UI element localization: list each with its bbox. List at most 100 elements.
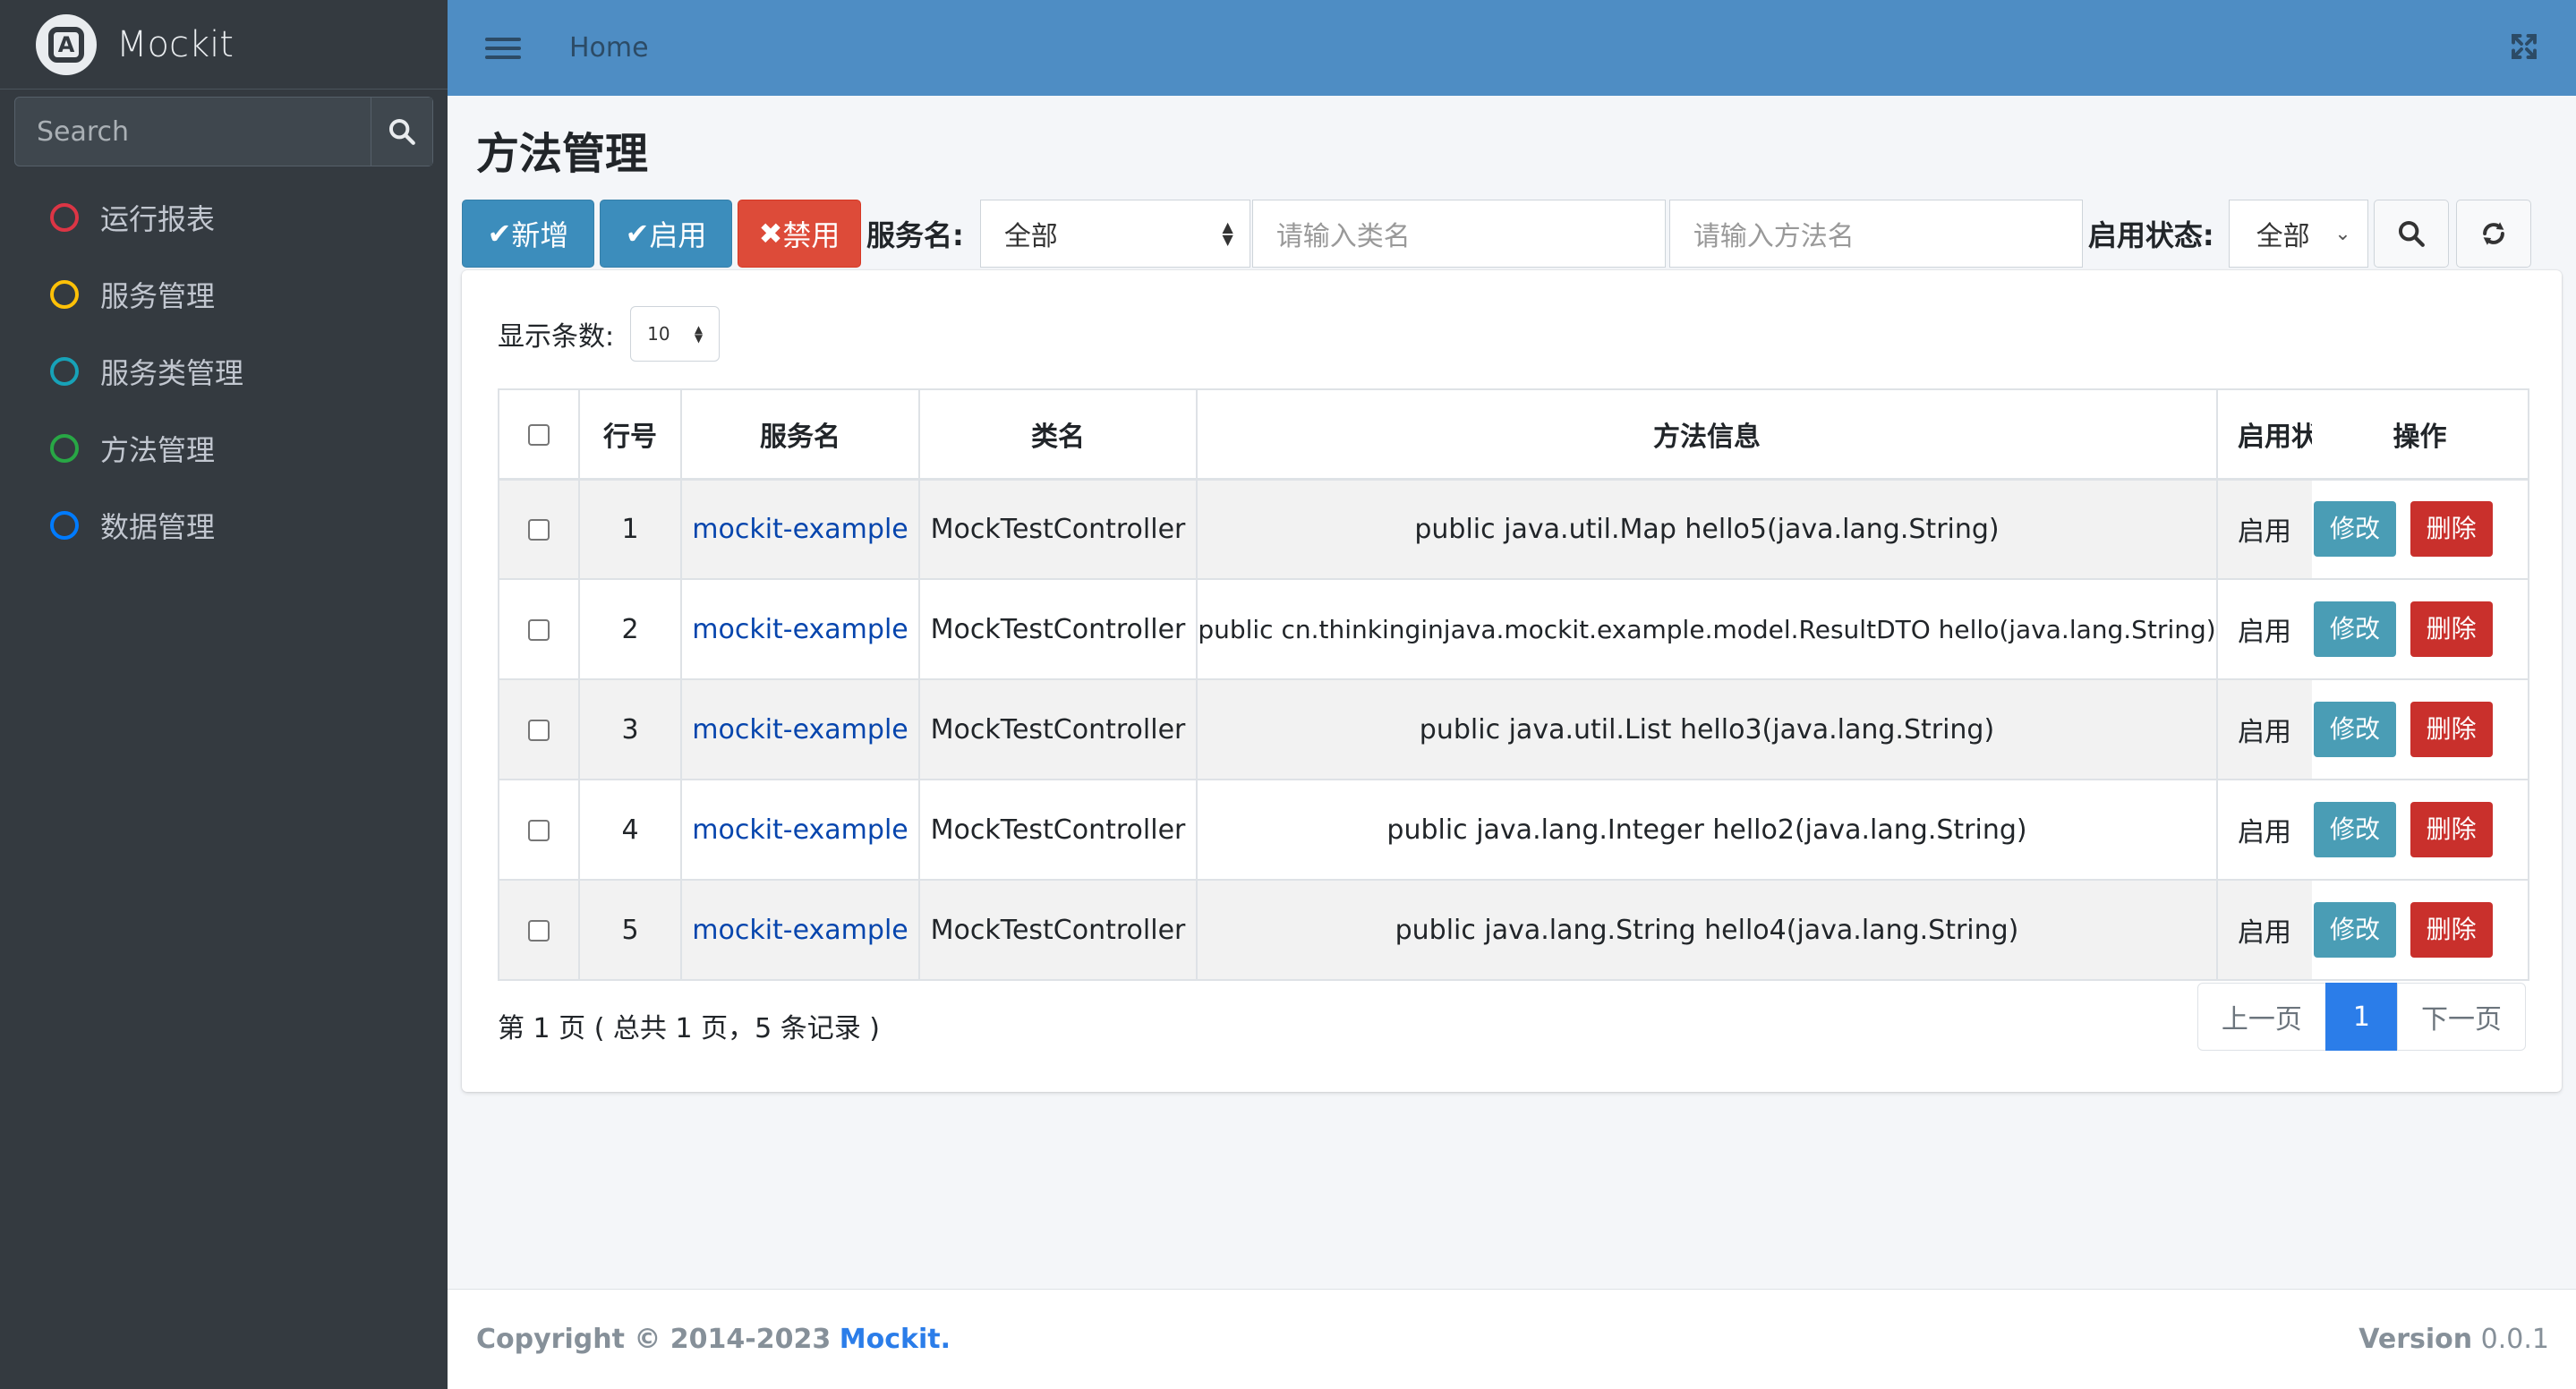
method-name-placeholder: 请输入方法名 xyxy=(1693,221,1855,252)
search-icon xyxy=(388,118,415,145)
row-checkbox[interactable] xyxy=(528,720,550,741)
actions-cell: 修改 删除 xyxy=(2312,779,2529,881)
edit-button[interactable]: 修改 xyxy=(2314,501,2397,558)
th-class[interactable]: 类名 xyxy=(918,388,1198,481)
class-cell: MockTestController xyxy=(918,478,1198,580)
actions-cell: 修改 删除 xyxy=(2312,578,2529,680)
status-cell: 启用 xyxy=(2216,779,2312,881)
actions-cell: 修改 删除 xyxy=(2312,879,2529,981)
table-row: 5 mockit-example MockTestController publ… xyxy=(498,879,2529,981)
sort-arrows-icon: ▲ ▼ xyxy=(694,323,704,345)
status-filter-label: 启用状态: xyxy=(2087,218,2214,252)
delete-button[interactable]: 删除 xyxy=(2410,501,2493,558)
edit-button[interactable]: 修改 xyxy=(2314,702,2397,757)
brand-logo-icon: A xyxy=(36,13,97,75)
service-link[interactable]: mockit-example xyxy=(680,578,920,680)
enable-button[interactable]: ✔ 启用 xyxy=(600,200,732,268)
sort-arrows-icon: ▲ ▼ xyxy=(1222,218,1233,248)
service-link[interactable]: mockit-example xyxy=(680,879,920,981)
sidebar-item-label: 运行报表 xyxy=(100,202,216,236)
th-row-no[interactable]: 行号 xyxy=(578,388,682,481)
service-select-value: 全部 xyxy=(1003,221,1058,252)
service-filter-label: 服务名: xyxy=(866,218,964,252)
version-label: Version xyxy=(2358,1324,2473,1355)
pagination-info: 第 1 页 ( 总共 1 页，5 条记录 ) xyxy=(498,1013,880,1044)
class-cell: MockTestController xyxy=(918,779,1198,881)
row-checkbox[interactable] xyxy=(528,820,550,841)
th-status[interactable]: 启用状 xyxy=(2216,388,2312,481)
page-length-select[interactable]: 10 ▲ ▼ xyxy=(630,306,721,362)
status-cell: 启用 xyxy=(2216,578,2312,680)
x-icon: ✖ xyxy=(758,217,783,251)
row-checkbox[interactable] xyxy=(528,619,550,641)
sidebar-item-services[interactable]: 服务管理 xyxy=(0,256,448,333)
add-button[interactable]: ✔ 新增 xyxy=(462,200,594,268)
page-title: 方法管理 xyxy=(476,129,649,179)
sidebar-item-service-classes[interactable]: 服务类管理 xyxy=(0,333,448,410)
service-link[interactable]: mockit-example xyxy=(680,779,920,881)
sidebar-search xyxy=(14,97,433,166)
class-name-placeholder: 请输入类名 xyxy=(1275,221,1411,252)
check-icon: ✔ xyxy=(487,217,512,251)
status-cell: 启用 xyxy=(2216,678,2312,780)
sidebar: A Mockit 运行报表 服务管理 服务类管理 方法管理 数据管理 xyxy=(0,0,448,1389)
circle-icon xyxy=(50,280,79,309)
footer-brand-link[interactable]: Mockit. xyxy=(840,1324,951,1355)
pagination: 上一页 1 下一页 xyxy=(2196,983,2526,1051)
sidebar-item-data[interactable]: 数据管理 xyxy=(0,487,448,564)
status-cell: 启用 xyxy=(2216,478,2312,580)
th-service[interactable]: 服务名 xyxy=(680,388,920,481)
enable-button-label: 启用 xyxy=(649,218,707,252)
status-select-value: 全部 xyxy=(2256,221,2310,252)
footer: Copyright © 2014-2023 Mockit. Version 0.… xyxy=(448,1289,2576,1389)
row-no: 5 xyxy=(578,879,682,981)
service-link[interactable]: mockit-example xyxy=(680,678,920,780)
table-row: 3 mockit-example MockTestController publ… xyxy=(498,678,2529,780)
hamburger-icon[interactable] xyxy=(485,37,521,59)
th-method[interactable]: 方法信息 xyxy=(1196,388,2218,481)
edit-button[interactable]: 修改 xyxy=(2314,601,2397,657)
class-cell: MockTestController xyxy=(918,578,1198,680)
brand-text: Mockit xyxy=(116,23,234,65)
service-link[interactable]: mockit-example xyxy=(680,478,920,580)
add-button-label: 新增 xyxy=(511,218,569,252)
service-select[interactable]: 全部 ▲ ▼ xyxy=(979,200,1250,268)
filter-toolbar: ✔ 新增 ✔ 启用 ✖ 禁用 服务名: 全部 ▲ ▼ 请输入类名 请输入方法名 启用状态… xyxy=(462,200,2531,268)
next-page-button[interactable]: 下一页 xyxy=(2397,983,2526,1051)
delete-button[interactable]: 删除 xyxy=(2410,601,2493,657)
search-button[interactable] xyxy=(2373,200,2449,268)
row-checkbox[interactable] xyxy=(528,519,550,541)
disable-button-label: 禁用 xyxy=(782,218,840,252)
copyright-text: Copyright © 2014-2023 xyxy=(476,1324,832,1355)
disable-button[interactable]: ✖ 禁用 xyxy=(738,200,861,268)
row-checkbox[interactable] xyxy=(528,920,550,942)
sidebar-item-label: 方法管理 xyxy=(100,433,216,467)
prev-page-button[interactable]: 上一页 xyxy=(2196,983,2326,1051)
expand-icon[interactable] xyxy=(2508,30,2540,63)
delete-button[interactable]: 删除 xyxy=(2410,802,2493,857)
refresh-button[interactable] xyxy=(2455,200,2531,268)
check-icon: ✔ xyxy=(625,217,650,251)
page-button-current[interactable]: 1 xyxy=(2324,983,2398,1051)
edit-button[interactable]: 修改 xyxy=(2314,802,2397,857)
chevron-down-icon: ⌄ xyxy=(2334,222,2351,245)
status-cell: 启用 xyxy=(2216,879,2312,981)
status-select[interactable]: 全部 ⌄ xyxy=(2228,200,2368,268)
edit-button[interactable]: 修改 xyxy=(2314,902,2397,958)
method-name-input[interactable]: 请输入方法名 xyxy=(1668,200,2083,268)
delete-button[interactable]: 删除 xyxy=(2410,702,2493,757)
sidebar-nav: 运行报表 服务管理 服务类管理 方法管理 数据管理 xyxy=(0,179,448,564)
th-actions: 操作 xyxy=(2312,388,2529,481)
home-link[interactable]: Home xyxy=(569,32,649,64)
page-length-value: 10 xyxy=(647,323,670,345)
brand-link[interactable]: A Mockit xyxy=(0,0,448,89)
class-name-input[interactable]: 请输入类名 xyxy=(1251,200,1666,268)
sidebar-search-input[interactable] xyxy=(15,98,371,166)
method-cell: public java.lang.Integer hello2(java.lan… xyxy=(1196,779,2218,881)
delete-button[interactable]: 删除 xyxy=(2410,902,2493,958)
select-all-checkbox[interactable] xyxy=(528,423,550,446)
sidebar-item-reports[interactable]: 运行报表 xyxy=(0,179,448,256)
table-row: 1 mockit-example MockTestController publ… xyxy=(498,478,2529,580)
sidebar-item-methods[interactable]: 方法管理 xyxy=(0,410,448,487)
sidebar-search-button[interactable] xyxy=(371,98,432,166)
